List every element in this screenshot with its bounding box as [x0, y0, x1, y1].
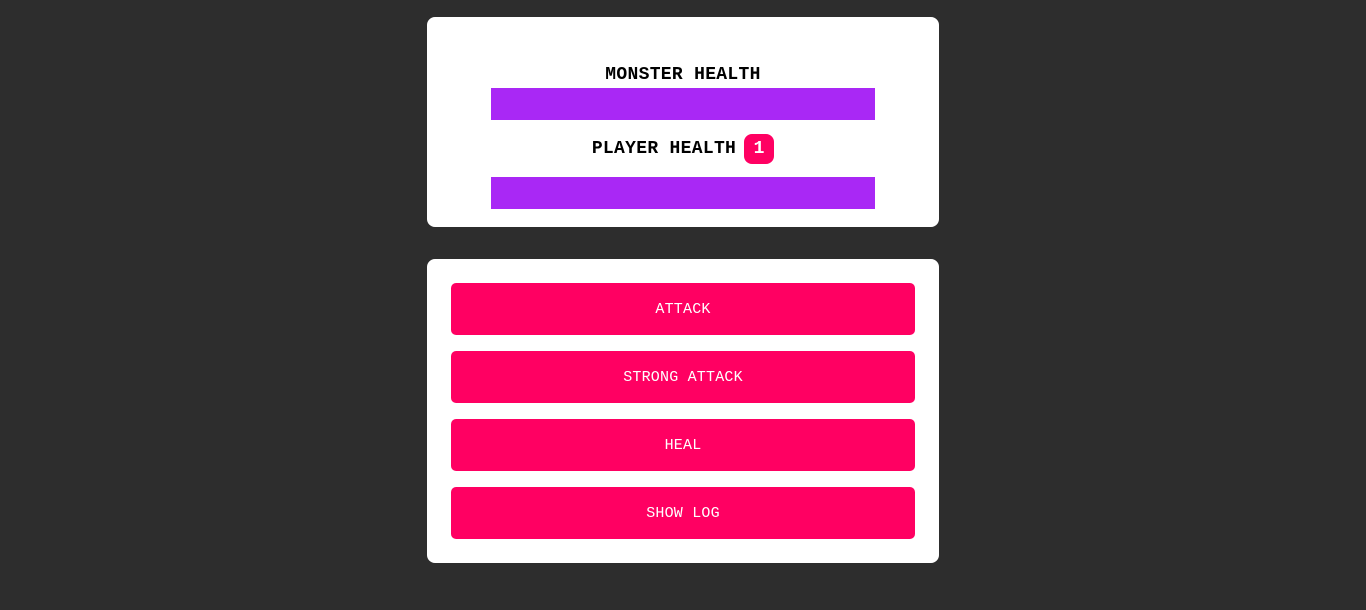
strong-attack-button[interactable]: STRONG ATTACK	[451, 351, 915, 403]
monster-health-fill	[491, 88, 875, 120]
attack-button[interactable]: ATTACK	[451, 283, 915, 335]
player-health-title: PLAYER HEALTH	[591, 139, 737, 159]
player-health-badge: 1	[744, 134, 775, 164]
player-health-fill	[491, 177, 875, 209]
monster-health-bar	[491, 88, 875, 120]
controls-panel: ATTACK STRONG ATTACK HEAL SHOW LOG	[427, 259, 939, 563]
heal-button[interactable]: HEAL	[451, 419, 915, 471]
health-panel: MONSTER HEALTH PLAYER HEALTH 1	[427, 17, 939, 227]
show-log-button[interactable]: SHOW LOG	[451, 487, 915, 539]
player-health-heading: PLAYER HEALTH 1	[427, 134, 939, 164]
game-page: MONSTER HEALTH PLAYER HEALTH 1 ATTACK ST…	[0, 0, 1366, 610]
player-health-bar	[491, 177, 875, 209]
monster-health-title: MONSTER HEALTH	[605, 64, 761, 85]
